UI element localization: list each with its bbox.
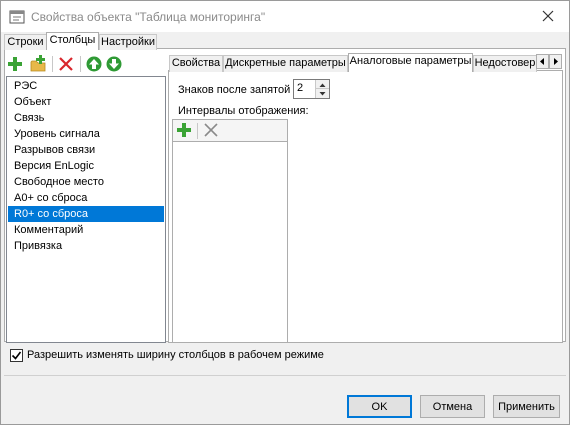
list-item[interactable]: Комментарий — [8, 222, 164, 238]
resize-columns-checkbox[interactable] — [10, 349, 23, 362]
tab-invalid-params[interactable]: Недостовер — [473, 55, 537, 72]
title-bar: Свойства объекта "Таблица мониторинга" — [1, 1, 569, 32]
stepper-down-button[interactable] — [315, 89, 329, 98]
move-down-button[interactable] — [106, 56, 124, 74]
toolbar-separator — [52, 56, 53, 72]
footer-divider — [4, 375, 566, 376]
stepper-up-button[interactable] — [315, 80, 329, 89]
columns-list[interactable]: РЭС Объект Связь Уровень сигнала Разрыво… — [6, 76, 166, 343]
chevron-down-icon — [319, 92, 326, 96]
checkmark-icon — [11, 351, 22, 360]
delete-interval-button[interactable] — [203, 122, 221, 140]
tab-discrete-params[interactable]: Дискретные параметры — [223, 55, 348, 72]
intervals-toolbar — [173, 120, 287, 142]
add-column-button[interactable] — [7, 56, 25, 74]
move-down-icon — [106, 56, 122, 72]
close-button[interactable] — [535, 6, 561, 26]
decimal-places-stepper[interactable]: 2 — [293, 79, 330, 99]
display-intervals-list[interactable] — [172, 119, 288, 343]
settings-window-icon — [9, 10, 25, 24]
list-item[interactable]: Разрывов связи — [8, 142, 164, 158]
window-title: Свойства объекта "Таблица мониторинга" — [31, 10, 266, 24]
arrow-right-icon — [554, 58, 558, 65]
list-item[interactable]: Версия EnLogic — [8, 158, 164, 174]
decimal-places-label: Знаков после запятой — [178, 84, 291, 96]
tab-columns[interactable]: Столбцы — [46, 32, 99, 50]
move-up-icon — [86, 56, 102, 72]
list-item[interactable]: Привязка — [8, 238, 164, 254]
add-icon — [8, 57, 22, 71]
add-interval-button[interactable] — [176, 122, 194, 140]
delete-icon — [204, 123, 218, 137]
delete-column-button[interactable] — [58, 56, 76, 74]
ok-button[interactable]: OK — [347, 395, 412, 418]
resize-columns-label[interactable]: Разрешить изменять ширину столбцов в раб… — [27, 349, 324, 361]
add-group-button[interactable] — [29, 55, 47, 73]
list-item[interactable]: РЭС — [8, 78, 164, 94]
list-item[interactable]: Связь — [8, 110, 164, 126]
toolbar-separator — [80, 56, 81, 72]
display-intervals-label: Интервалы отображения: — [178, 105, 309, 117]
add-folder-icon — [30, 55, 46, 72]
close-icon — [542, 10, 554, 22]
decimal-places-value[interactable]: 2 — [297, 82, 303, 94]
arrow-left-icon — [540, 58, 544, 65]
chevron-up-icon — [319, 83, 326, 87]
toolbar-separator — [197, 123, 198, 139]
list-item-selected[interactable]: R0+ со сброса — [8, 206, 164, 222]
move-up-button[interactable] — [86, 56, 104, 74]
delete-icon — [59, 57, 73, 71]
cancel-button[interactable]: Отмена — [420, 395, 485, 418]
tab-scroll-left-button[interactable] — [536, 54, 549, 69]
add-icon — [177, 123, 191, 137]
apply-button[interactable]: Применить — [493, 395, 560, 418]
list-item[interactable]: Свободное место — [8, 174, 164, 190]
tab-rows[interactable]: Строки — [4, 34, 47, 50]
dialog-window: Свойства объекта "Таблица мониторинга" С… — [0, 0, 570, 425]
tab-settings[interactable]: Настройки — [99, 34, 157, 50]
tabs-scroll — [536, 54, 562, 69]
list-item[interactable]: Объект — [8, 94, 164, 110]
list-item[interactable]: Уровень сигнала — [8, 126, 164, 142]
list-item[interactable]: A0+ со сброса — [8, 190, 164, 206]
tab-analog-params[interactable]: Аналоговые параметры — [348, 53, 473, 72]
tab-properties[interactable]: Свойства — [169, 55, 223, 72]
tab-scroll-right-button[interactable] — [549, 54, 562, 69]
